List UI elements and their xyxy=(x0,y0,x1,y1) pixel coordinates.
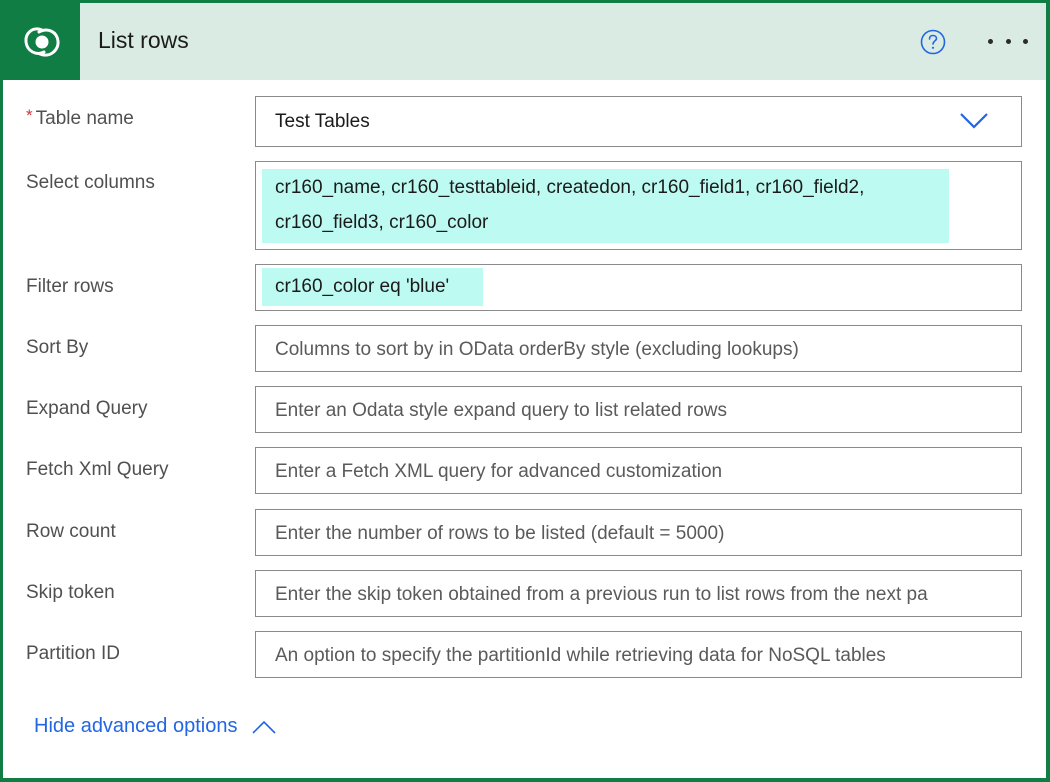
list-rows-action-card: List rows * Table name Test Tables Select… xyxy=(0,0,1050,782)
expand-query-label: Expand Query xyxy=(26,398,148,419)
card-title: List rows xyxy=(98,27,189,53)
row-count-label: Row count xyxy=(26,521,116,542)
skip-token-label: Skip token xyxy=(26,582,115,603)
select-columns-label: Select columns xyxy=(26,172,155,193)
fetch-xml-query-label: Fetch Xml Query xyxy=(26,459,169,480)
dataverse-logo-icon xyxy=(3,3,80,80)
chevron-down-icon[interactable] xyxy=(959,112,989,130)
row-count-input[interactable]: Enter the number of rows to be listed (d… xyxy=(255,509,1022,556)
filter-rows-token[interactable]: cr160_color eq 'blue' xyxy=(262,268,483,306)
sort-by-placeholder: Columns to sort by in OData orderBy styl… xyxy=(275,339,799,360)
filter-rows-label: Filter rows xyxy=(26,276,114,297)
table-name-dropdown[interactable]: Test Tables xyxy=(255,96,1022,147)
select-columns-token[interactable]: cr160_name, cr160_testtableid, createdon… xyxy=(262,169,949,243)
hide-advanced-options-link[interactable]: Hide advanced options xyxy=(34,715,277,738)
help-circle-icon[interactable] xyxy=(920,29,946,55)
filter-rows-input[interactable]: cr160_color eq 'blue' xyxy=(255,264,1022,311)
partition-id-input[interactable]: An option to specify the partitionId whi… xyxy=(255,631,1022,678)
required-marker: * xyxy=(26,106,33,125)
more-options-icon[interactable] xyxy=(988,31,1028,51)
skip-token-placeholder: Enter the skip token obtained from a pre… xyxy=(275,584,928,605)
table-name-value: Test Tables xyxy=(275,111,370,132)
card-header[interactable]: List rows xyxy=(3,3,1046,80)
fetch-xml-query-placeholder: Enter a Fetch XML query for advanced cus… xyxy=(275,461,723,482)
partition-id-label: Partition ID xyxy=(26,643,120,664)
dot xyxy=(988,38,993,44)
skip-token-input[interactable]: Enter the skip token obtained from a pre… xyxy=(255,570,1022,617)
fetch-xml-query-input[interactable]: Enter a Fetch XML query for advanced cus… xyxy=(255,447,1022,494)
expand-query-placeholder: Enter an Odata style expand query to lis… xyxy=(275,400,728,421)
chevron-up-icon xyxy=(252,720,277,734)
select-columns-line-1: cr160_name, cr160_testtableid, createdon… xyxy=(275,177,865,198)
expand-query-input[interactable]: Enter an Odata style expand query to lis… xyxy=(255,386,1022,433)
table-name-label-text: Table name xyxy=(35,108,134,129)
table-name-label: * Table name xyxy=(26,106,134,130)
partition-id-placeholder: An option to specify the partitionId whi… xyxy=(275,645,886,666)
dot xyxy=(1005,38,1011,44)
sort-by-input[interactable]: Columns to sort by in OData orderBy styl… xyxy=(255,325,1022,372)
dot xyxy=(1023,38,1028,44)
select-columns-input[interactable]: cr160_name, cr160_testtableid, createdon… xyxy=(255,161,1022,250)
sort-by-label: Sort By xyxy=(26,337,89,358)
row-count-placeholder: Enter the number of rows to be listed (d… xyxy=(275,523,725,544)
hide-advanced-options-label: Hide advanced options xyxy=(34,715,238,737)
select-columns-line-2: cr160_field3, cr160_color xyxy=(275,212,489,233)
